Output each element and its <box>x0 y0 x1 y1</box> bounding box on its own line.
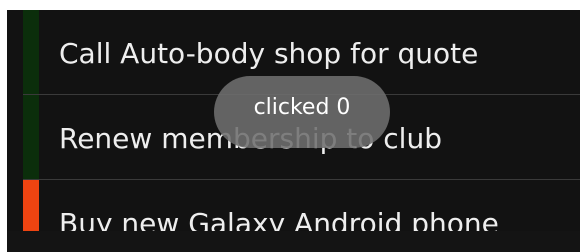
priority-indicator <box>23 95 39 179</box>
bottom-strip <box>7 231 580 252</box>
priority-indicator <box>23 10 39 94</box>
toast-message: clicked 0 <box>214 76 390 148</box>
list-item-label: Call Auto-body shop for quote <box>59 37 479 70</box>
priority-indicator <box>23 180 39 231</box>
list-item[interactable]: Buy new Galaxy Android phone <box>23 180 578 231</box>
toast-text: clicked 0 <box>253 94 351 120</box>
screen: Call Auto-body shop for quote Renew memb… <box>7 10 580 252</box>
list-item-label: Buy new Galaxy Android phone <box>59 207 499 231</box>
